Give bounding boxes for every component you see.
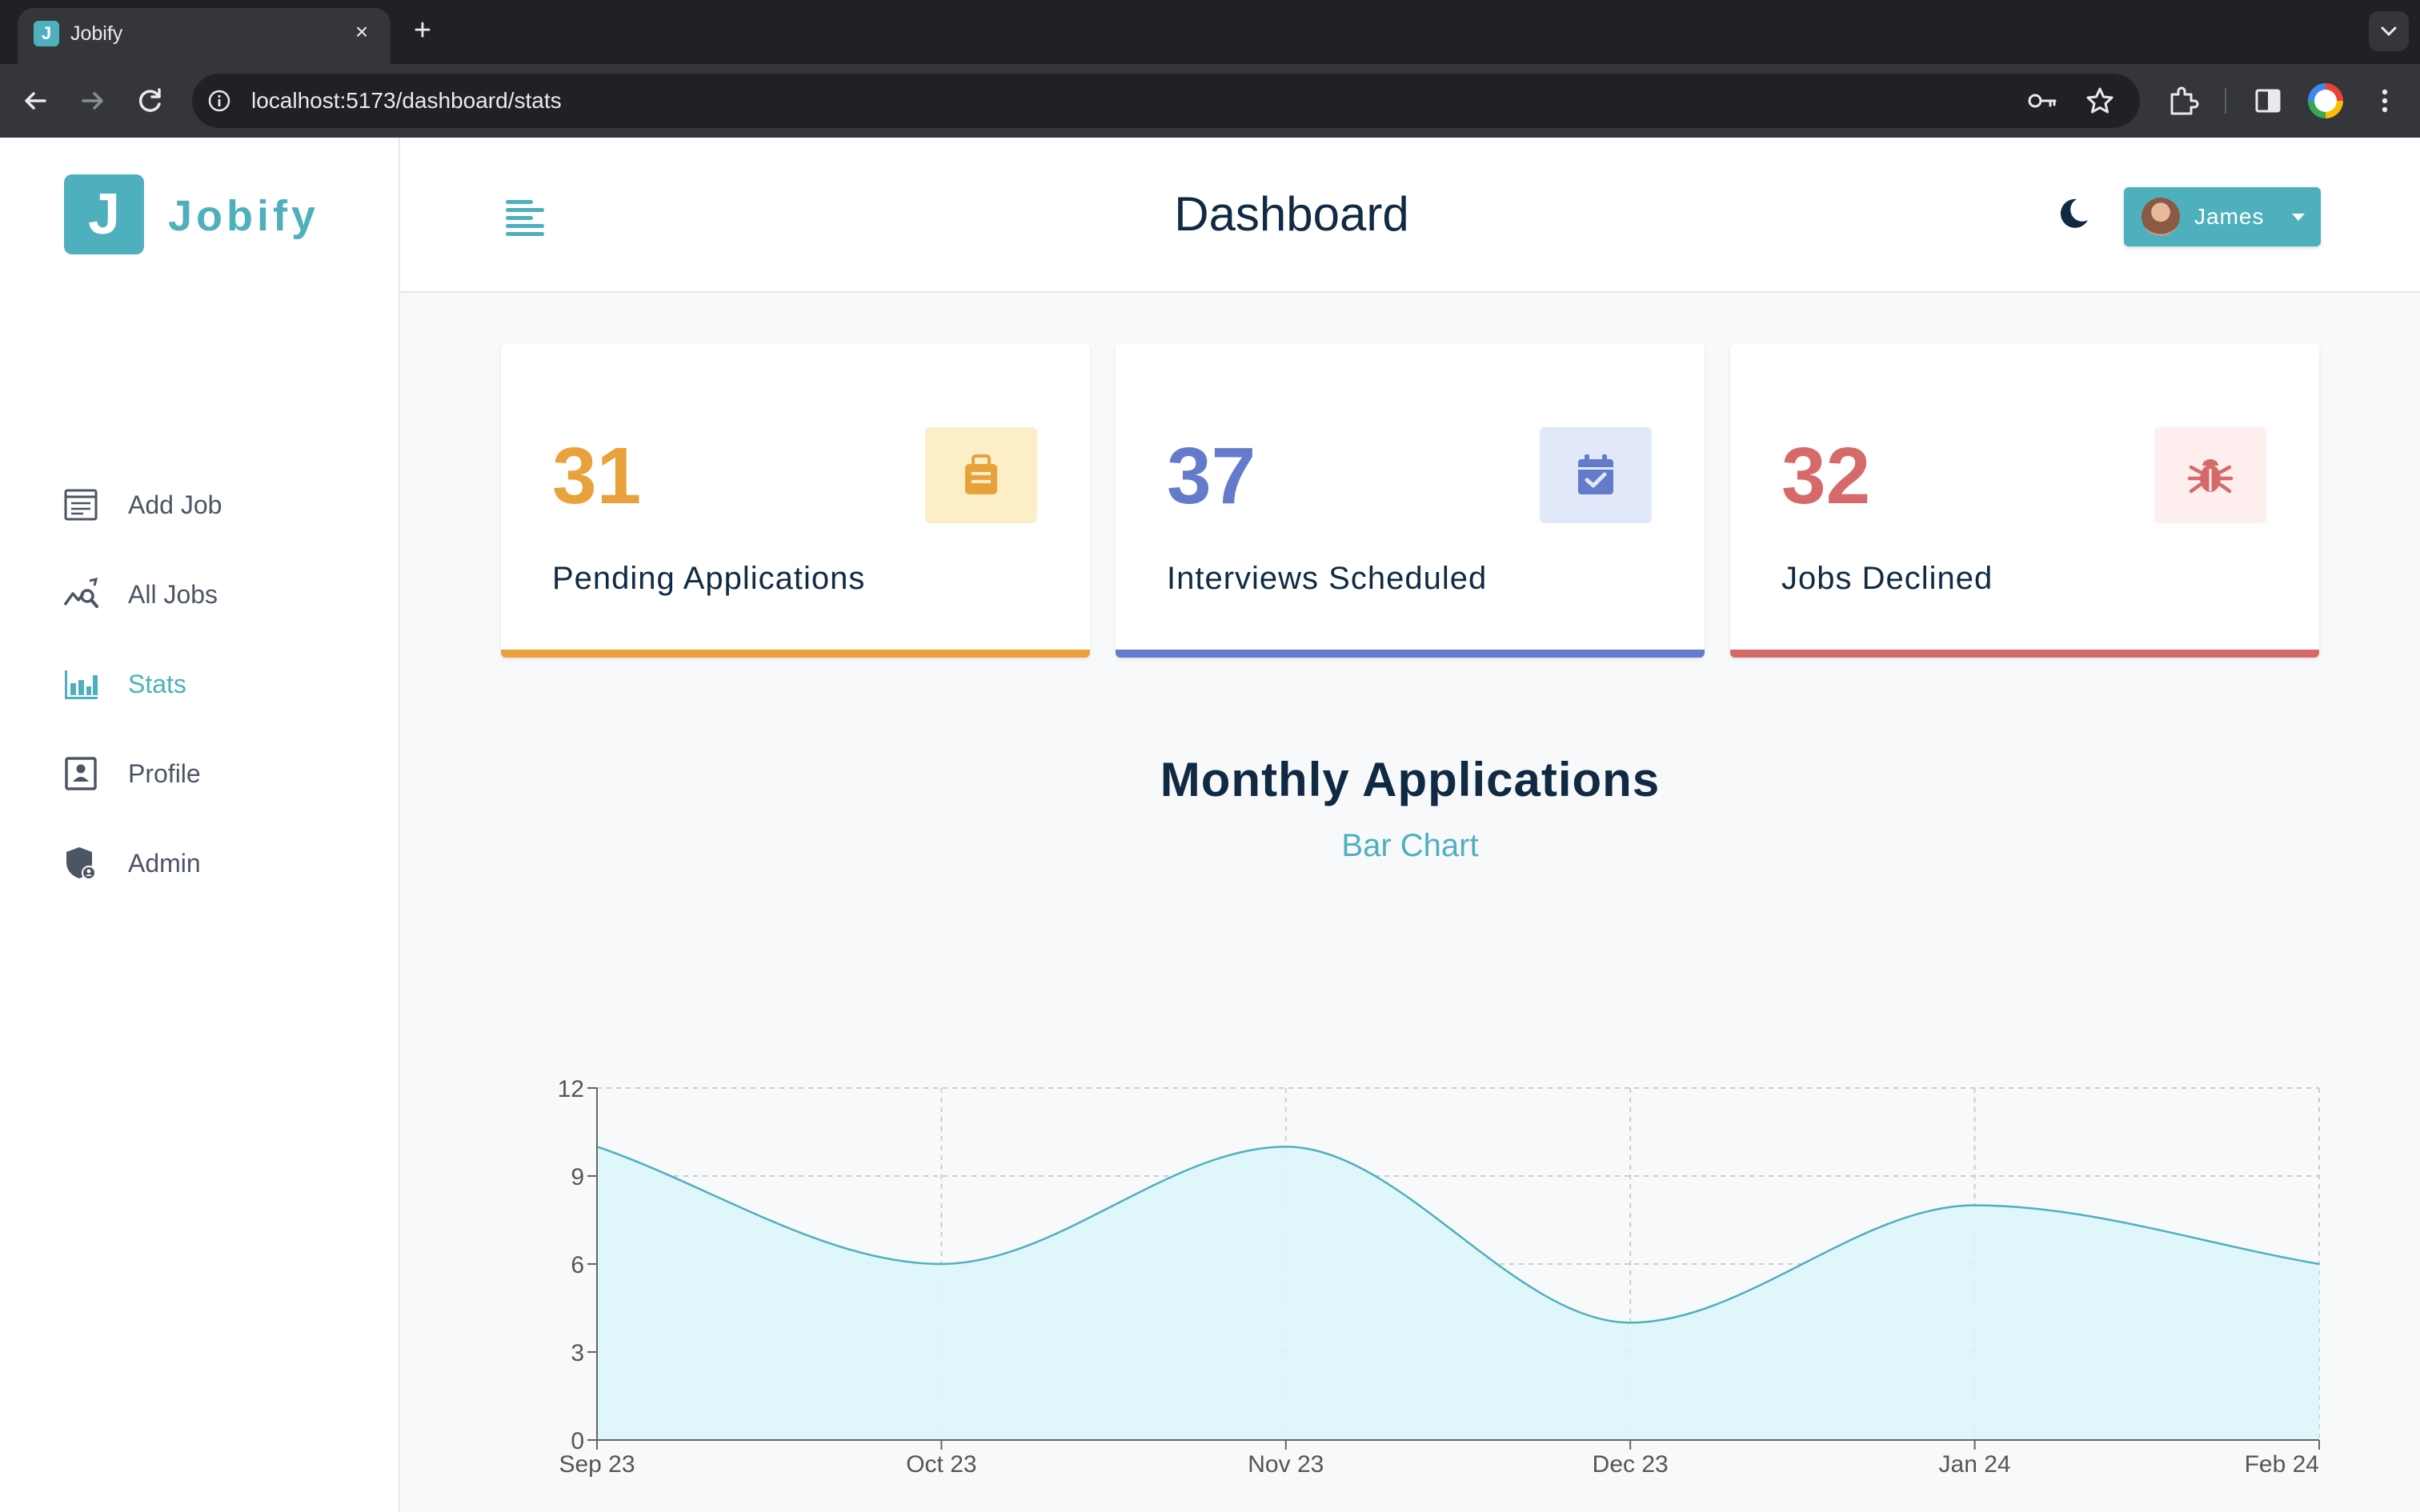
- x-tick-label: Sep 23: [559, 1451, 635, 1478]
- more-vert-icon[interactable]: [2367, 83, 2402, 118]
- sidebar-item-label: Stats: [128, 670, 186, 698]
- url-text: localhost:5173/dashboard/stats: [251, 88, 562, 113]
- x-tick-label: Jan 24: [1939, 1451, 2011, 1478]
- admin-icon: [66, 847, 96, 880]
- back-button[interactable]: [16, 82, 54, 120]
- new-tab-button[interactable]: +: [407, 14, 439, 46]
- y-tick-label: 3: [571, 1340, 584, 1366]
- sidebar-item-stats[interactable]: Stats: [0, 651, 399, 715]
- moon-icon[interactable]: [2055, 195, 2092, 232]
- x-tick-label: Oct 23: [906, 1451, 976, 1478]
- top-navbar: Dashboard James: [400, 138, 2420, 293]
- toolbar-separator: [2225, 88, 2226, 114]
- page-title: Dashboard: [1174, 187, 1409, 241]
- logo-icon[interactable]: J: [64, 174, 144, 254]
- tab-close-icon[interactable]: ×: [347, 18, 376, 46]
- browser-tab[interactable]: J Jobify ×: [18, 8, 391, 64]
- user-name: James: [2194, 204, 2265, 229]
- tab-title: Jobify: [70, 22, 123, 45]
- browser-tab-bar: J Jobify × +: [0, 0, 2420, 64]
- all-jobs-icon: [63, 577, 98, 608]
- y-tick-label: 6: [571, 1252, 584, 1278]
- x-tick-label: Dec 23: [1593, 1451, 1669, 1478]
- key-icon[interactable]: [2026, 86, 2058, 115]
- sidebar-item-label: Profile: [128, 759, 201, 788]
- app: J Jobify Add Job All Jobs Stats Profile …: [0, 138, 2420, 1512]
- add-job-icon: [64, 489, 98, 521]
- x-tick-label: Feb 24: [2245, 1451, 2319, 1478]
- stats-icon: [65, 670, 98, 699]
- extensions-icon[interactable]: [2166, 83, 2201, 118]
- user-menu-button[interactable]: James: [2124, 187, 2321, 246]
- x-tick-label: Nov 23: [1248, 1451, 1324, 1478]
- address-bar[interactable]: localhost:5173/dashboard/stats: [192, 74, 2140, 128]
- reload-icon: [138, 88, 161, 112]
- tab-favicon-icon: J: [34, 21, 59, 46]
- sidebar-item-profile[interactable]: Profile: [0, 741, 399, 805]
- sidebar-item-add-job[interactable]: Add Job: [0, 472, 399, 536]
- y-tick-label: 12: [558, 1076, 584, 1102]
- sidebar-item-all-jobs[interactable]: All Jobs: [0, 562, 399, 626]
- browser-profile-avatar[interactable]: [2308, 83, 2343, 118]
- monthly-applications-area-chart: 036912Sep 23 Oct 23 Nov 23 Dec 23 Jan 24 Feb …: [558, 1076, 2320, 1478]
- forward-button[interactable]: [74, 82, 112, 120]
- arrow-left-icon: [25, 92, 46, 110]
- reload-button[interactable]: [131, 82, 170, 120]
- profile-icon: [65, 757, 97, 790]
- avatar: [2142, 198, 2180, 236]
- sidebar-item-admin[interactable]: Admin: [0, 830, 399, 894]
- sidebar-item-label: All Jobs: [128, 580, 218, 609]
- caret-down-icon: [2292, 214, 2305, 221]
- star-icon[interactable]: [2084, 85, 2116, 117]
- sidebar: J Jobify Add Job All Jobs Stats Profile …: [0, 138, 400, 1512]
- brand-name: Jobify: [168, 192, 320, 240]
- sidebar-item-label: Add Job: [128, 490, 222, 519]
- main-content: 31 Pending Applications 37 Interviews Sc…: [400, 293, 2420, 1512]
- area-fill: [597, 1146, 2319, 1440]
- chevron-down-icon: [2381, 26, 2397, 37]
- info-icon[interactable]: [206, 88, 232, 114]
- tab-search-button[interactable]: [2369, 11, 2409, 51]
- sidebar-item-label: Admin: [128, 849, 201, 878]
- arrow-right-icon: [82, 92, 103, 110]
- browser-toolbar: localhost:5173/dashboard/stats: [0, 64, 2420, 138]
- side-panel-icon[interactable]: [2250, 83, 2286, 118]
- y-tick-label: 9: [571, 1164, 584, 1190]
